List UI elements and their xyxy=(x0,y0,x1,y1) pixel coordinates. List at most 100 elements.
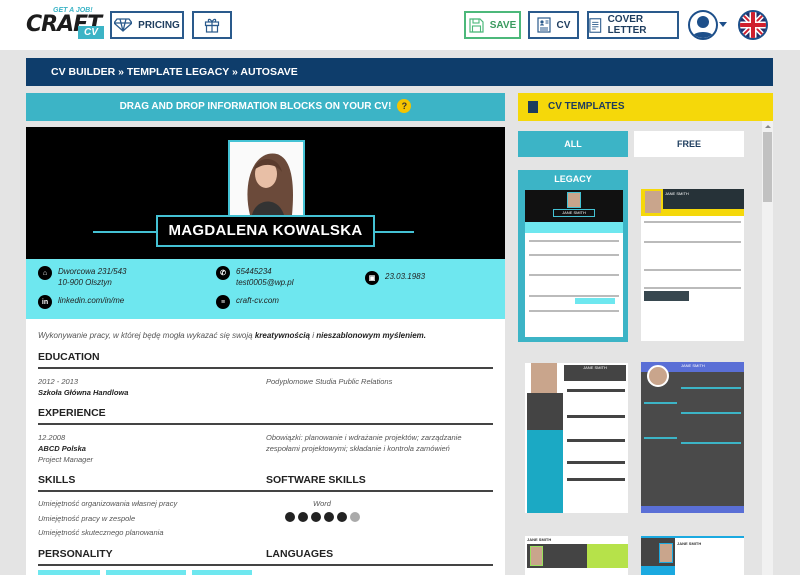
craft-cv-logo[interactable]: GET A JOB! CRAFT CV xyxy=(26,6,104,42)
software-skill-rating xyxy=(285,512,360,522)
cv-label: CV xyxy=(556,19,571,31)
personality-tag xyxy=(106,570,186,575)
template-sample-name: JANE SMITH xyxy=(527,537,552,542)
logo-suffix: CV xyxy=(78,26,104,39)
save-label: SAVE xyxy=(489,19,517,31)
summary-highlight-2: nieszablonowym myśleniem. xyxy=(316,331,427,340)
personality-tag xyxy=(38,570,100,575)
experience-company: ABCD Polska xyxy=(38,444,86,453)
education-field: Podyplomowe Studia Public Relations xyxy=(266,377,393,386)
experience-position: Project Manager xyxy=(38,455,94,464)
experience-description: Obowiązki: planowanie i wdrażanie projek… xyxy=(266,433,462,453)
user-avatar-icon[interactable] xyxy=(688,10,718,40)
contact-block[interactable]: ⌂ Dworcowa 231/543 10-900 Olsztyn ✆ 65445… xyxy=(26,259,505,319)
template-sample-name: JANE SMITH xyxy=(681,363,705,368)
templates-icon xyxy=(528,101,538,113)
address-line-2: 10-900 Olsztyn xyxy=(58,278,112,287)
address-line-1: Dworcowa 231/543 xyxy=(58,267,127,276)
globe-icon: ≡ xyxy=(216,295,230,309)
template-card[interactable]: JANE SMITH xyxy=(641,362,744,513)
education-school: Szkoła Główna Handlowa xyxy=(38,388,129,397)
cover-letter-button[interactable]: COVER LETTER xyxy=(587,11,679,39)
rating-dot-filled xyxy=(311,512,321,522)
template-card[interactable]: JANE SMITH xyxy=(641,189,744,341)
templates-scrollbar[interactable] xyxy=(762,121,773,575)
template-card-legacy[interactable]: LEGACY JANE SMITH xyxy=(518,170,628,342)
cv-templates-title: CV TEMPLATES xyxy=(548,101,625,112)
skill-item: Umiejętność pracy w zespole xyxy=(38,514,136,523)
rating-dot-filled xyxy=(337,512,347,522)
letter-document-icon xyxy=(589,17,602,33)
skills-heading[interactable]: SKILLS xyxy=(38,474,75,486)
template-card[interactable]: JANE SMITH xyxy=(525,363,628,513)
tab-all[interactable]: ALL xyxy=(518,131,628,157)
education-dates: 2012 - 2013 xyxy=(38,377,79,386)
cv-summary[interactable]: Wykonywanie pracy, w której będę mogła w… xyxy=(38,331,426,340)
rating-dot-empty xyxy=(350,512,360,522)
rating-dot-filled xyxy=(298,512,308,522)
pricing-button[interactable]: PRICING xyxy=(110,11,184,39)
diamond-icon xyxy=(114,18,133,32)
contact-website: ≡ craft-cv.com xyxy=(216,295,279,309)
website-url: craft-cv.com xyxy=(236,296,279,305)
contact-address: ⌂ Dworcowa 231/543 10-900 Olsztyn xyxy=(38,266,126,288)
cv-document-icon xyxy=(536,17,551,33)
tab-free[interactable]: FREE xyxy=(634,131,744,157)
education-divider xyxy=(38,367,493,369)
template-preview: JANE SMITH xyxy=(525,190,623,337)
contact-linkedin: in linkedin.com/in/me xyxy=(38,295,124,309)
template-card[interactable]: JANE SMITH xyxy=(641,536,744,575)
skill-item: Umiejętność skutecznego planowania xyxy=(38,528,164,537)
chevron-down-icon[interactable] xyxy=(719,22,727,27)
personality-divider xyxy=(38,564,493,566)
languages-heading[interactable]: LANGUAGES xyxy=(266,548,333,560)
software-skills-heading[interactable]: SOFTWARE SKILLS xyxy=(266,474,366,486)
phone: 65445234 xyxy=(236,267,272,276)
skills-divider xyxy=(38,490,493,492)
floppy-disk-icon xyxy=(469,17,484,33)
education-heading[interactable]: EDUCATION xyxy=(38,351,100,363)
gift-icon xyxy=(204,18,220,33)
drag-drop-hint-text: DRAG AND DROP INFORMATION BLOCKS ON YOUR… xyxy=(119,101,392,112)
contact-phone-email: ✆ 65445234 test0005@wp.pl xyxy=(216,266,294,288)
top-bar: GET A JOB! CRAFT CV PRICING SAVE CV COVE… xyxy=(0,0,800,50)
drag-drop-hint: DRAG AND DROP INFORMATION BLOCKS ON YOUR… xyxy=(26,93,505,121)
cake-icon: ▣ xyxy=(365,271,379,285)
help-icon[interactable]: ? xyxy=(397,99,412,114)
uk-flag-icon[interactable] xyxy=(738,10,768,40)
phone-icon: ✆ xyxy=(216,266,230,280)
name-decor-line-right xyxy=(374,231,414,233)
scrollbar-thumb[interactable] xyxy=(763,132,772,202)
template-sample-name: JANE SMITH xyxy=(564,365,626,381)
cv-templates-header: CV TEMPLATES xyxy=(518,93,773,121)
profile-photo[interactable] xyxy=(228,140,305,217)
rating-dot-filled xyxy=(324,512,334,522)
email: test0005@wp.pl xyxy=(236,278,294,287)
scroll-up-arrow-icon[interactable] xyxy=(765,125,771,128)
skill-item: Umiejętność organizowania własnej pracy xyxy=(38,499,178,508)
personality-tag xyxy=(192,570,252,575)
summary-highlight-1: kreatywnością xyxy=(254,331,310,340)
experience-heading[interactable]: EXPERIENCE xyxy=(38,407,106,419)
pricing-label: PRICING xyxy=(138,19,180,31)
name-decor-line-left xyxy=(93,231,158,233)
cover-letter-label: COVER LETTER xyxy=(607,14,647,36)
save-button[interactable]: SAVE xyxy=(464,11,521,39)
template-sample-name: JANE SMITH xyxy=(677,541,702,546)
linkedin-icon: in xyxy=(38,295,52,309)
birthdate: 23.03.1983 xyxy=(385,272,426,281)
contact-birthdate: ▣ 23.03.1983 xyxy=(365,271,425,285)
rating-dot-filled xyxy=(285,512,295,522)
template-card[interactable]: JANE SMITH xyxy=(525,536,628,575)
cv-header: MAGDALENA KOWALSKA xyxy=(26,127,505,259)
software-skill-name: Word xyxy=(313,499,331,508)
template-sample-name: JANE SMITH xyxy=(663,189,744,209)
breadcrumb: CV BUILDER » TEMPLATE LEGACY » AUTOSAVE xyxy=(26,58,773,86)
gift-button[interactable] xyxy=(192,11,232,39)
experience-date: 12.2008 xyxy=(38,433,66,442)
cv-full-name[interactable]: MAGDALENA KOWALSKA xyxy=(156,215,375,247)
template-sample-name: JANE SMITH xyxy=(553,209,595,217)
experience-divider xyxy=(38,423,493,425)
cv-button[interactable]: CV xyxy=(528,11,579,39)
personality-heading[interactable]: PERSONALITY xyxy=(38,548,113,560)
